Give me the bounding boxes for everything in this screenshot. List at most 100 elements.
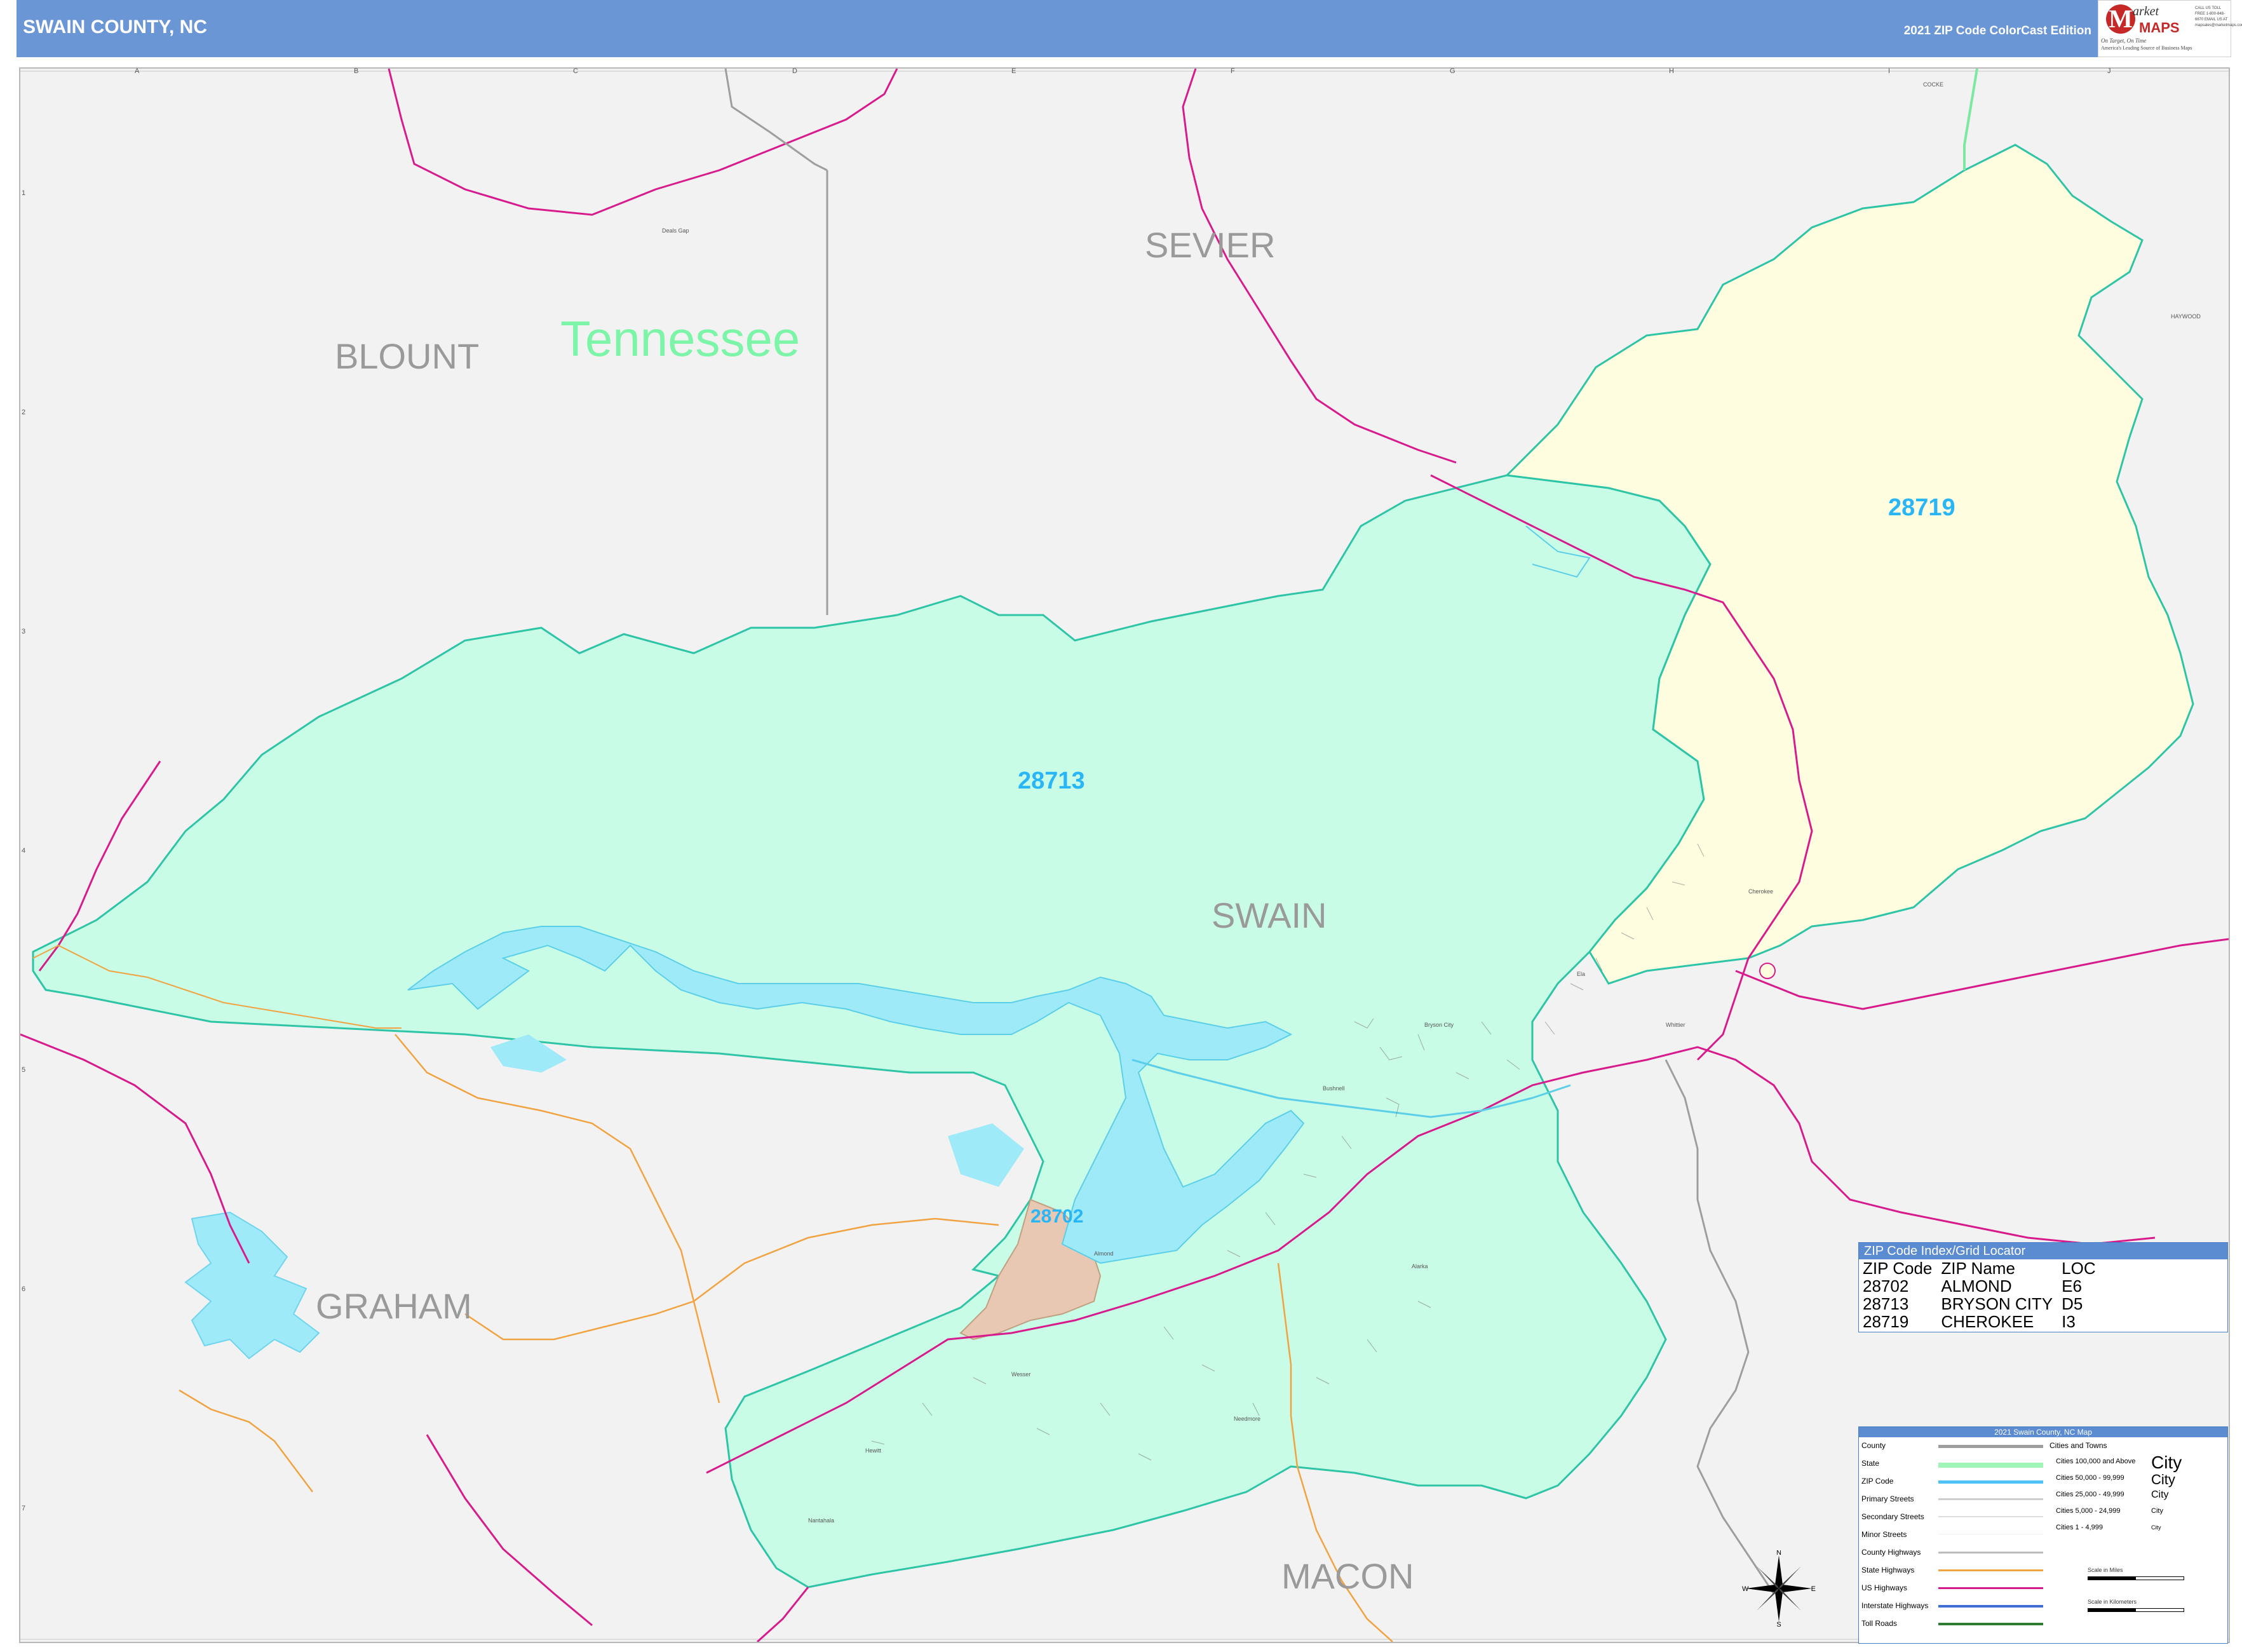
market-maps-logo: M arket MAPS On Target, On Time America'… bbox=[2098, 0, 2242, 57]
legend-swatch-county bbox=[1938, 1445, 2043, 1448]
legend-item-state-highways: State Highways bbox=[1861, 1566, 1915, 1574]
grid-letter-g: G bbox=[1450, 67, 1455, 75]
logo-word-maps: MAPS bbox=[2139, 20, 2180, 36]
legend-item-minor-streets: Minor Streets bbox=[1861, 1530, 1907, 1539]
legend-swatch-secondary bbox=[1938, 1516, 2043, 1517]
county-label-blount: BLOUNT bbox=[335, 336, 480, 376]
state-highway-143 bbox=[464, 1217, 999, 1341]
zip-index-col-loc: LOC bbox=[2062, 1259, 2096, 1278]
logo-mark: M bbox=[2106, 4, 2135, 34]
county-label-macon: MACON bbox=[1281, 1556, 1414, 1596]
grid-letter-a: A bbox=[135, 67, 140, 75]
zip-index-col-zip: ZIP Code bbox=[1863, 1259, 1933, 1278]
zip-label-28713: 28713 bbox=[1018, 768, 1085, 794]
zip-index-cell: 28713 bbox=[1863, 1294, 1909, 1313]
legend-swatch-interstate bbox=[1938, 1605, 2043, 1608]
state-highway-28 bbox=[395, 1034, 720, 1404]
place-needmore: Needmore bbox=[1234, 1416, 1261, 1422]
legend-city-sample-3: City bbox=[2151, 1489, 2169, 1500]
legend-city-sample-5: City bbox=[2151, 1524, 2161, 1531]
grid-letter-e: E bbox=[1011, 67, 1016, 75]
zip-index-cell: I3 bbox=[2062, 1312, 2076, 1331]
grid-letter-d: D bbox=[792, 67, 797, 75]
zip-index-cell: 28702 bbox=[1863, 1276, 1909, 1296]
zip-code-index: ZIP Code Index/Grid Locator ZIP Code ZIP… bbox=[1858, 1242, 2228, 1332]
place-hewitt: Hewitt bbox=[865, 1447, 882, 1454]
cherokee-town-marker bbox=[1759, 963, 1776, 979]
map-frame: A B C D E F G H I J 1 2 3 4 5 6 7 BLOUNT… bbox=[19, 67, 2230, 1643]
state-label-tennessee: Tennessee bbox=[560, 311, 800, 367]
zip-index-col-name: ZIP Name bbox=[1941, 1259, 2015, 1278]
map-header: SWAIN COUNTY, NC 2021 ZIP Code ColorCast… bbox=[17, 0, 2242, 57]
grid-letter-c: C bbox=[573, 67, 578, 75]
fontana-lake-arm-south bbox=[948, 1123, 1024, 1187]
logo-contact: CALL US TOLL FREE 1-800-848-6670 EMAIL U… bbox=[2195, 6, 2242, 27]
logo-word-market: arket bbox=[2133, 4, 2159, 18]
legend-city-range-2: Cities 50,000 - 99,999 bbox=[2056, 1474, 2124, 1482]
zip-index-cell: E6 bbox=[2062, 1276, 2082, 1296]
legend-city-sample-1: City bbox=[2151, 1452, 2182, 1472]
legend-item-interstate: Interstate Highways bbox=[1861, 1601, 1929, 1610]
us-highway-north bbox=[388, 69, 898, 216]
legend-swatch-primary bbox=[1938, 1498, 2043, 1500]
map-title: SWAIN COUNTY, NC bbox=[23, 17, 208, 37]
grid-number-7: 7 bbox=[22, 1505, 26, 1512]
us-highway-graham-south bbox=[426, 1434, 593, 1627]
us-highway-east bbox=[1735, 938, 2229, 1010]
edition-label: 2021 ZIP Code ColorCast Edition bbox=[1903, 24, 2091, 37]
logo-tagline: On Target, On Time bbox=[2101, 37, 2147, 44]
legend-item-us-highways: US Highways bbox=[1861, 1583, 1908, 1592]
grid-number-4: 4 bbox=[22, 847, 26, 855]
legend-item-state: State bbox=[1861, 1459, 1880, 1468]
county-label-graham: GRAHAM bbox=[316, 1286, 472, 1326]
legend-item-toll-roads: Toll Roads bbox=[1861, 1619, 1898, 1628]
grid-letter-i: I bbox=[1888, 67, 1891, 75]
grid-letter-j: J bbox=[2107, 67, 2111, 75]
legend-title: 2021 Swain County, NC Map bbox=[1859, 1427, 2227, 1437]
zip-index-title: ZIP Code Index/Grid Locator bbox=[1859, 1243, 2227, 1259]
map-canvas bbox=[20, 69, 2229, 1642]
legend-swatch-state-hwy bbox=[1938, 1569, 2043, 1571]
legend-scale-km: Scale in Kilometers bbox=[2088, 1599, 2137, 1605]
logo-leader: America's Leading Source of Business Map… bbox=[2101, 45, 2192, 51]
legend-city-sample-2: City bbox=[2151, 1472, 2175, 1487]
legend-scale-bar-miles bbox=[2088, 1576, 2184, 1580]
us-highway-sevier bbox=[1182, 69, 1457, 464]
legend-city-range-1: Cities 100,000 and Above bbox=[2056, 1458, 2136, 1465]
place-ela: Ela bbox=[1577, 971, 1586, 977]
county-label-sevier: SEVIER bbox=[1145, 225, 1276, 265]
zip-index-cell: 28719 bbox=[1863, 1312, 1909, 1331]
legend-city-range-3: Cities 25,000 - 49,999 bbox=[2056, 1491, 2124, 1498]
zip-index-header-row: ZIP Code ZIP Name LOC bbox=[1863, 1259, 2105, 1277]
legend-cities-title: Cities and Towns bbox=[2050, 1441, 2107, 1450]
place-alarka: Alarka bbox=[1412, 1263, 1428, 1269]
legend-swatch-us-hwy bbox=[1938, 1587, 2043, 1589]
legend-city-sample-4: City bbox=[2151, 1507, 2163, 1515]
legend-swatch-toll bbox=[1938, 1623, 2043, 1625]
compass-e: E bbox=[1811, 1585, 1816, 1593]
place-bushnell: Bushnell bbox=[1323, 1085, 1345, 1092]
grid-letter-b: B bbox=[354, 67, 359, 75]
legend-swatch-state bbox=[1938, 1463, 2043, 1468]
compass-n: N bbox=[1776, 1550, 1781, 1557]
legend-item-zip: ZIP Code bbox=[1861, 1477, 1894, 1486]
legend-item-county-highways: County Highways bbox=[1861, 1548, 1921, 1557]
place-wesser: Wesser bbox=[1011, 1371, 1031, 1378]
zip-index-row: 28713 BRYSON CITY D5 bbox=[1863, 1295, 2105, 1313]
zip-index-cell: ALMOND bbox=[1941, 1276, 2012, 1296]
legend-city-range-5: Cities 1 - 4,999 bbox=[2056, 1524, 2103, 1531]
legend-city-range-4: Cities 5,000 - 24,999 bbox=[2056, 1507, 2121, 1515]
grid-number-1: 1 bbox=[22, 189, 26, 197]
grid-number-2: 2 bbox=[22, 409, 26, 416]
map-legend: 2021 Swain County, NC Map Cities and Tow… bbox=[1858, 1426, 2228, 1644]
county-label-cocke: COCKE bbox=[1923, 81, 1944, 88]
place-nantahala: Nantahala bbox=[808, 1517, 835, 1524]
place-whittier: Whittier bbox=[1666, 1022, 1685, 1028]
place-bryson-city: Bryson City bbox=[1424, 1022, 1454, 1028]
legend-swatch-zip bbox=[1938, 1480, 2043, 1484]
lake-santeetlah bbox=[184, 1211, 320, 1360]
grid-letter-f: F bbox=[1231, 67, 1235, 75]
zip-label-28719: 28719 bbox=[1888, 494, 1955, 521]
zip-index-table: ZIP Code ZIP Name LOC 28702 ALMOND E6 28… bbox=[1863, 1259, 2105, 1330]
county-label-swain: SWAIN bbox=[1212, 895, 1327, 935]
